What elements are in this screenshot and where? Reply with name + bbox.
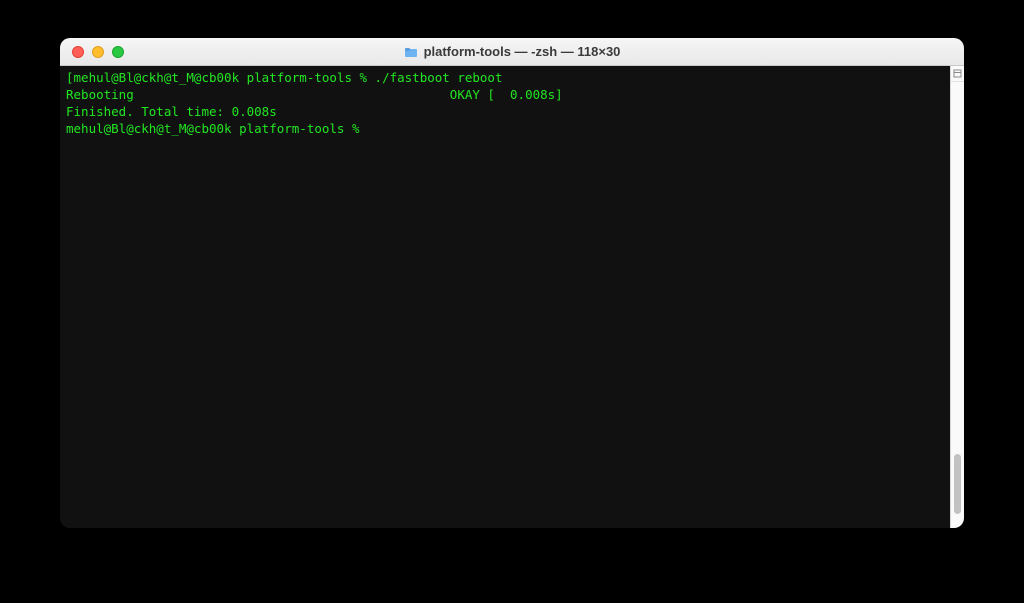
titlebar[interactable]: platform-tools — -zsh — 118×30	[60, 38, 964, 66]
terminal-line: Rebooting OKAY [ 0.008s]	[66, 87, 958, 104]
scrollbar[interactable]	[950, 66, 964, 528]
terminal-window: platform-tools — -zsh — 118×30 [mehul@Bl…	[60, 38, 964, 528]
window-title: platform-tools — -zsh — 118×30	[424, 44, 621, 59]
terminal-prompt: mehul@Bl@ckh@t_M@cb00k platform-tools %	[66, 121, 958, 138]
terminal-line: Finished. Total time: 0.008s	[66, 104, 958, 121]
title-wrap: platform-tools — -zsh — 118×30	[60, 38, 964, 65]
scrollbar-pager-icon[interactable]	[951, 66, 964, 82]
minimize-button[interactable]	[92, 46, 104, 58]
traffic-lights	[72, 46, 124, 58]
prompt-text: mehul@Bl@ckh@t_M@cb00k platform-tools %	[66, 121, 367, 136]
cursor	[367, 122, 374, 136]
terminal-body[interactable]: [mehul@Bl@ckh@t_M@cb00k platform-tools %…	[60, 66, 964, 528]
scrollbar-thumb[interactable]	[954, 454, 961, 514]
close-button[interactable]	[72, 46, 84, 58]
maximize-button[interactable]	[112, 46, 124, 58]
folder-icon	[404, 45, 418, 59]
terminal-line: [mehul@Bl@ckh@t_M@cb00k platform-tools %…	[66, 70, 958, 87]
